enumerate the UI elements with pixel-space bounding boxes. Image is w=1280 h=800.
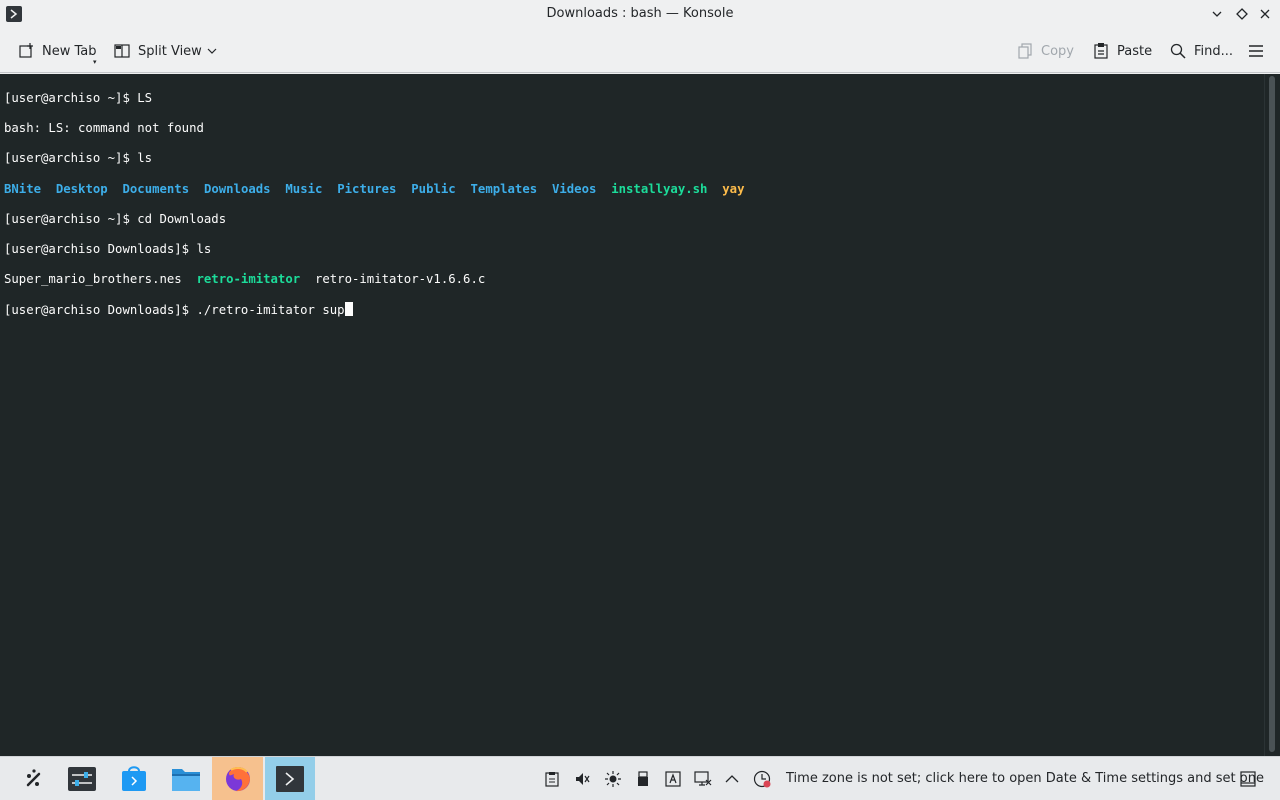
maximize-icon[interactable] — [1233, 5, 1251, 23]
close-icon[interactable] — [1256, 5, 1274, 23]
find-button[interactable]: Find... — [1163, 38, 1239, 64]
split-view-icon — [113, 42, 131, 60]
text-cursor — [344, 302, 353, 317]
clipboard-icon[interactable] — [542, 769, 562, 789]
volume-muted-icon[interactable] — [572, 769, 592, 789]
copy-button[interactable]: Copy — [1010, 38, 1080, 64]
copy-icon — [1016, 42, 1034, 60]
listing-entry: yay — [722, 181, 745, 196]
paste-label: Paste — [1117, 43, 1153, 59]
file-manager-icon[interactable] — [162, 757, 210, 800]
terminal-line: [user@archiso ~]$ cd Downloads — [4, 211, 227, 226]
scrollbar-thumb[interactable] — [1269, 76, 1275, 752]
show-desktop-icon[interactable] — [1238, 769, 1258, 789]
new-tab-icon — [17, 42, 35, 60]
find-label: Find... — [1194, 43, 1234, 59]
minimize-icon[interactable] — [1208, 5, 1226, 23]
terminal-scrollbar[interactable] — [1264, 74, 1280, 756]
terminal-line: [user@archiso Downloads]$ ls — [4, 242, 212, 257]
system-settings-icon[interactable] — [58, 757, 106, 800]
listing-entry: retro-imitator-v1.6.6.c — [314, 272, 486, 287]
listing-entry: Documents — [122, 181, 190, 196]
firefox-icon[interactable] — [212, 757, 263, 800]
listing-entry: BNite — [4, 181, 42, 196]
timezone-notice[interactable]: Time zone is not set; click here to open… — [786, 771, 1264, 786]
hamburger-menu-icon — [1247, 42, 1265, 60]
konsole-icon[interactable] — [265, 757, 315, 800]
window-title: Downloads : bash — Konsole — [546, 6, 734, 21]
network-wired-icon[interactable] — [693, 769, 713, 789]
brightness-icon[interactable] — [603, 769, 623, 789]
terminal-line-home-listing: BNite Desktop Documents Downloads Music … — [4, 182, 1264, 197]
terminal-output[interactable]: [user@archiso ~]$ LS bash: LS: command n… — [0, 74, 1264, 756]
terminal-line: [user@archiso ~]$ LS — [4, 91, 153, 106]
discover-icon[interactable] — [110, 757, 158, 800]
listing-entry: retro-imitator — [196, 272, 301, 287]
keyboard-layout-icon[interactable] — [663, 769, 683, 789]
listing-entry: Videos — [551, 181, 597, 196]
terminal-line: bash: LS: command not found — [4, 121, 204, 136]
new-tab-dropdown-indicator[interactable]: ▾ — [93, 58, 97, 66]
listing-entry: Music — [285, 181, 323, 196]
removable-device-icon[interactable] — [633, 769, 653, 789]
listing-entry: Desktop — [55, 181, 108, 196]
new-tab-button[interactable]: New Tab — [11, 38, 103, 64]
listing-entry: installyay.sh — [611, 181, 708, 196]
hamburger-menu-button[interactable] — [1241, 38, 1271, 64]
search-icon — [1169, 42, 1187, 60]
chevron-up-icon[interactable] — [722, 769, 742, 789]
command-input[interactable]: ./retro-imitator sup — [197, 303, 345, 317]
clock-warning-icon[interactable] — [752, 769, 772, 789]
split-view-button[interactable]: Split View — [107, 38, 208, 64]
listing-entry: Public — [411, 181, 456, 196]
paste-button[interactable]: Paste — [1086, 38, 1158, 64]
new-tab-label: New Tab — [42, 43, 97, 59]
window-titlebar[interactable]: Downloads : bash — Konsole — [0, 0, 1280, 29]
listing-entry: Super_mario_brothers.nes — [4, 272, 182, 287]
application-launcher-icon[interactable] — [10, 757, 58, 800]
terminal-line-downloads-listing: Super_mario_brothers.nes retro-imitator … — [4, 272, 1264, 287]
listing-entry: Downloads — [203, 181, 271, 196]
copy-label: Copy — [1041, 43, 1074, 59]
listing-entry: Pictures — [337, 181, 397, 196]
terminal-input-line[interactable]: [user@archiso Downloads]$ ./retro-imitat… — [4, 302, 1264, 317]
paste-icon — [1092, 42, 1110, 60]
terminal-line: [user@archiso ~]$ ls — [4, 151, 153, 166]
chevron-down-icon — [203, 42, 221, 60]
split-view-label: Split View — [138, 43, 202, 59]
taskbar: Time zone is not set; click here to open… — [0, 756, 1280, 800]
shell-prompt: [user@archiso Downloads]$ — [4, 303, 197, 318]
split-view-menu-button[interactable] — [199, 38, 225, 64]
listing-entry: Templates — [470, 181, 538, 196]
konsole-toolbar: New Tab Split View Copy Paste Find... — [0, 29, 1280, 73]
